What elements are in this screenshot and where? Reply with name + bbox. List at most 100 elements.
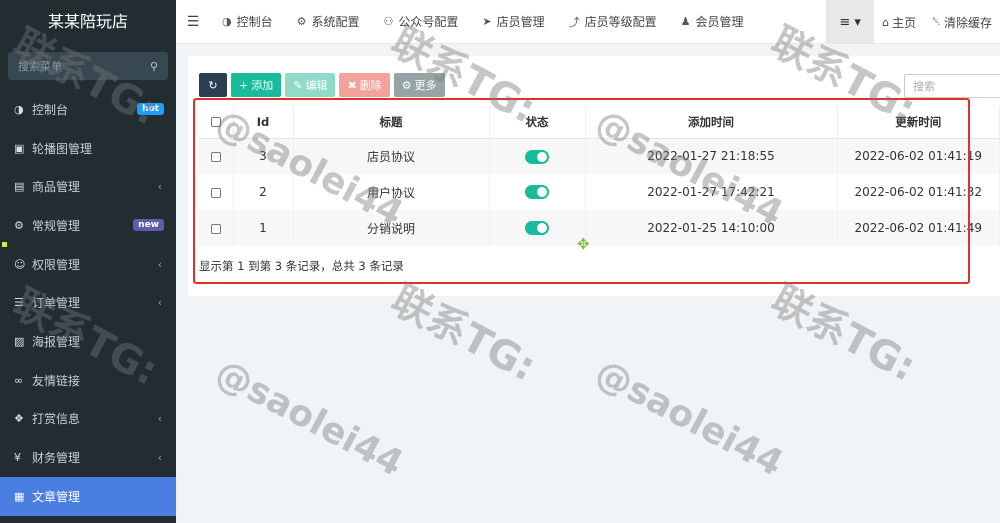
sidebar-item-dashboard[interactable]: ◑ 控制台 hot [0, 90, 176, 129]
column-header-updated[interactable]: 更新时间 [837, 106, 1000, 139]
chevron-left-icon: ‹ [157, 296, 162, 310]
article-table: Id 标题 状态 添加时间 更新时间 3 店员协议 2022-01-27 21:… [199, 106, 1000, 246]
chevron-left-icon: ‹ [157, 180, 162, 194]
column-header-status[interactable]: 状态 [489, 106, 586, 139]
cogs-icon: ⚙ [14, 218, 24, 232]
dashboard-icon: ◑ [222, 15, 232, 28]
refresh-icon: ↻ [208, 78, 218, 92]
tab-staff-level-config[interactable]: ⤴ 店员等级配置 [557, 0, 669, 44]
status-toggle[interactable] [525, 149, 549, 164]
menu-search-box: ⚲ [8, 52, 168, 80]
cell-status [489, 138, 586, 174]
select-all-checkbox[interactable] [210, 117, 221, 128]
more-button[interactable]: ⚙ 更多 [393, 73, 445, 97]
sidebar-item-posters[interactable]: ▨ 海报管理 [0, 322, 176, 361]
sidebar-item-products[interactable]: ▤ 商品管理 ‹ [0, 167, 176, 206]
plus-icon: + [239, 78, 249, 92]
home-label: 主页 [892, 15, 917, 30]
sidebar-item-orders[interactable]: ☰ 订单管理 ‹ [0, 283, 176, 322]
user-icon: ♟ [680, 15, 691, 28]
tab-staff-management[interactable]: ➤ 店员管理 [470, 0, 556, 44]
sidebar-item-label: 友情链接 [32, 373, 81, 388]
row-checkbox-cell [199, 174, 234, 210]
yen-icon: ¥ [14, 451, 21, 465]
home-icon: ⌂ [882, 15, 890, 29]
table-toolbar: ↻ + 添加 ✎ 编辑 ✖ 删除 ⚙ 更多 [199, 73, 445, 97]
pagination-info: 显示第 1 到第 3 条记录，总共 3 条记录 [199, 259, 404, 273]
status-toggle[interactable] [525, 185, 549, 200]
watermark-handle: @saolei44 [588, 352, 790, 485]
sidebar-item-links[interactable]: ∞ 友情链接 [0, 361, 176, 400]
new-badge: new [133, 219, 164, 232]
tab-label: 系统配置 [311, 15, 360, 29]
delete-button[interactable]: ✖ 删除 [339, 73, 390, 97]
sidebar-item-label: 常规管理 [32, 218, 81, 233]
menu-search-input[interactable] [18, 59, 150, 73]
status-toggle[interactable] [525, 221, 549, 236]
sidebar-item-finance[interactable]: ¥ 财务管理 ‹ [0, 438, 176, 477]
sidebar-item-articles[interactable]: ▦ 文章管理 [0, 476, 176, 516]
cell-status [489, 174, 586, 210]
table-row[interactable]: 3 店员协议 2022-01-27 21:18:55 2022-06-02 01… [199, 138, 1000, 174]
sidebar: 某某陪玩店 ⚲ ◑ 控制台 hot ▣ 轮播图管理 ▤ 商品管理 ‹ ⚙ 常规管… [0, 0, 176, 523]
level-icon: ⤴ [568, 15, 580, 29]
send-icon: ➤ [482, 15, 492, 28]
cell-updated: 2022-06-02 01:41:19 [837, 138, 1000, 174]
sidebar-toggle-icon[interactable]: ☰ [176, 14, 210, 30]
move-cursor-icon: ✥ [577, 235, 590, 253]
sidebar-item-general[interactable]: ⚙ 常规管理 new [0, 206, 176, 245]
cell-created: 2022-01-27 21:18:55 [585, 138, 838, 174]
chevron-left-icon: ‹ [157, 412, 162, 426]
table-header-row: Id 标题 状态 添加时间 更新时间 [199, 106, 1000, 139]
tab-system-config[interactable]: ⚙ 系统配置 [285, 0, 372, 44]
row-checkbox[interactable] [210, 223, 221, 234]
column-header-id[interactable]: Id [233, 106, 294, 139]
link-icon: ∞ [14, 373, 24, 387]
tab-dashboard[interactable]: ◑ 控制台 [210, 0, 285, 44]
row-checkbox-cell [199, 138, 234, 174]
table-search-input[interactable] [904, 74, 1000, 98]
watermark-handle: @saolei44 [208, 352, 410, 485]
sidebar-item-tips[interactable]: ❖ 打赏信息 ‹ [0, 400, 176, 439]
chevron-left-icon: ‹ [157, 451, 162, 465]
users-icon: ☺ [14, 257, 26, 271]
navbar-right: ≡ ▾ ⌂ 主页 ␡ 清除缓存 [826, 0, 1000, 44]
cell-updated: 2022-06-02 01:41:32 [837, 174, 1000, 210]
cell-title: 用户协议 [293, 174, 490, 210]
cell-title: 分销说明 [293, 210, 490, 246]
tab-label: 公众号配置 [398, 15, 459, 29]
clear-cache-button[interactable]: ␡ 清除缓存 [924, 14, 1000, 31]
table-row[interactable]: 1 分销说明 2022-01-25 14:10:00 2022-06-02 01… [199, 210, 1000, 246]
refresh-button[interactable]: ↻ [199, 73, 227, 97]
trash-icon: ✖ [347, 78, 357, 92]
sidebar-item-banner[interactable]: ▣ 轮播图管理 [0, 129, 176, 168]
column-header-created[interactable]: 添加时间 [585, 106, 838, 139]
tab-list-dropdown[interactable]: ≡ ▾ [826, 0, 875, 44]
sidebar-item-permissions[interactable]: ☺ 权限管理 ‹ [0, 245, 176, 284]
pencil-icon: ✎ [293, 78, 303, 92]
tab-label: 店员等级配置 [584, 15, 657, 29]
column-header-title[interactable]: 标题 [293, 106, 490, 139]
add-button[interactable]: + 添加 [231, 73, 282, 97]
tab-label: 店员管理 [496, 15, 545, 29]
home-link[interactable]: ⌂ 主页 [874, 14, 924, 31]
search-icon[interactable]: ⚲ [150, 60, 158, 73]
row-checkbox[interactable] [210, 151, 221, 162]
tab-wechat-config[interactable]: ⚇ 公众号配置 [372, 0, 471, 44]
cell-id: 1 [233, 210, 294, 246]
table-row[interactable]: 2 用户协议 2022-01-27 17:42:21 2022-06-02 01… [199, 174, 1000, 210]
sidebar-item-label: 海报管理 [32, 334, 81, 349]
edit-button[interactable]: ✎ 编辑 [285, 73, 336, 97]
sidebar-item-label: 订单管理 [32, 296, 81, 311]
cell-id: 2 [233, 174, 294, 210]
picture-icon: ▨ [14, 334, 25, 348]
cog-icon: ⚙ [401, 78, 412, 92]
tab-label: 控制台 [236, 15, 273, 29]
row-checkbox[interactable] [210, 187, 221, 198]
image-icon: ▣ [14, 141, 25, 155]
tab-member-management[interactable]: ♟ 会员管理 [669, 0, 756, 44]
more-label: 更多 [414, 79, 437, 92]
chevron-left-icon: ‹ [157, 257, 162, 271]
sidebar-item-label: 文章管理 [32, 489, 81, 504]
gear-icon: ⚙ [296, 15, 307, 28]
